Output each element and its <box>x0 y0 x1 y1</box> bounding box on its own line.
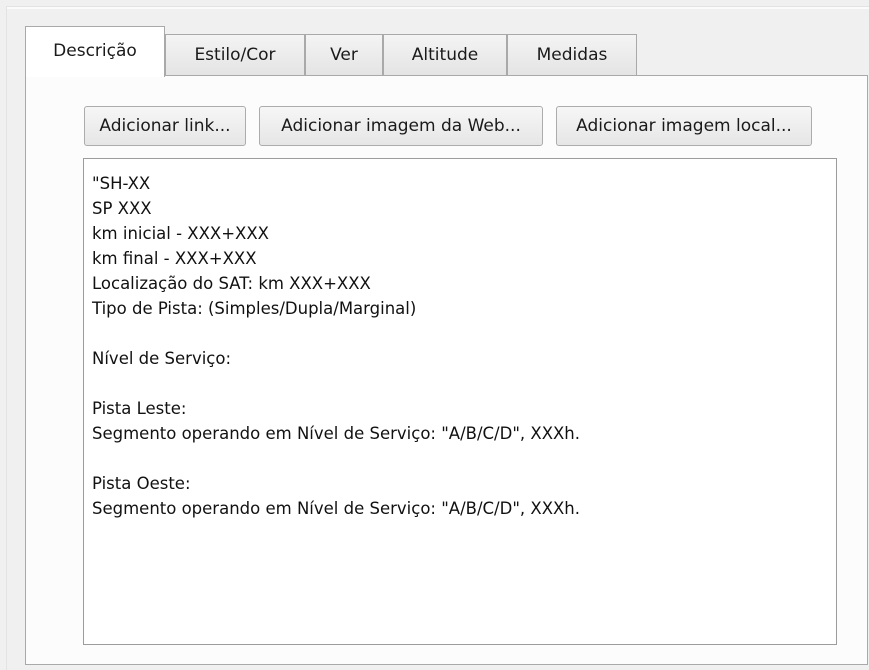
add-link-button[interactable]: Adicionar link... <box>84 106 246 146</box>
add-local-image-button[interactable]: Adicionar imagem local... <box>556 106 812 146</box>
tab-altitude[interactable]: Altitude <box>383 34 507 75</box>
description-line: SP XXX <box>92 199 152 218</box>
tab-estilo-cor[interactable]: Estilo/Cor <box>165 34 305 75</box>
tab-medidas[interactable]: Medidas <box>507 34 637 75</box>
description-line: Segmento operando em Nível de Serviço: "… <box>92 499 581 518</box>
description-line <box>92 446 828 471</box>
description-line: Tipo de Pista: (Simples/Dupla/Marginal) <box>92 299 417 318</box>
description-line: Pista Oeste: <box>92 474 191 493</box>
tab-descricao[interactable]: Descrição <box>25 26 165 77</box>
description-line <box>92 321 828 346</box>
description-line: km inicial - XXX+XXX <box>92 224 269 243</box>
description-line: km final - XXX+XXX <box>92 249 257 268</box>
description-line: Segmento operando em Nível de Serviço: "… <box>92 424 581 443</box>
dialog-top-border <box>6 6 869 9</box>
description-line: Localização do SAT: km XXX+XXX <box>92 274 371 293</box>
description-line: Nível de Serviço: <box>92 349 232 368</box>
dialog-left-border <box>6 6 7 670</box>
description-line <box>92 371 828 396</box>
add-web-image-button[interactable]: Adicionar imagem da Web... <box>259 106 543 146</box>
tab-ver[interactable]: Ver <box>305 34 383 75</box>
tab-panel-descricao: Adicionar link... Adicionar imagem da We… <box>25 75 868 665</box>
properties-dialog: Descrição Estilo/Cor Ver Altitude Medida… <box>0 0 869 670</box>
description-textarea[interactable]: "SH-XX SP XXX km inicial - XXX+XXX km fi… <box>83 158 837 645</box>
description-line: "SH-XX <box>92 174 151 193</box>
description-line: Pista Leste: <box>92 399 187 418</box>
